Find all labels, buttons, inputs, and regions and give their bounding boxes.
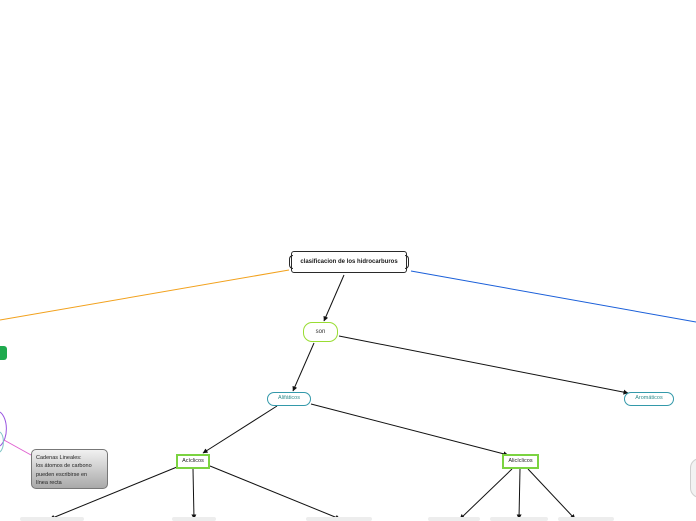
child-node-stub[interactable] [306,517,372,521]
arrow-alifaticos-aliciclicos [310,403,509,457]
root-topic[interactable]: clasificacion de los hidrocarburos [289,251,409,273]
topic-alifaticos[interactable]: Alifáticos [267,392,311,406]
child-node-stub[interactable] [172,517,216,521]
arrow-aciclicos-child-2 [191,468,197,520]
note-cadenas-lineales[interactable]: Cadenas Lineales: los átomos de carbono … [31,449,108,489]
pink-link [3,439,32,456]
child-node-stub[interactable] [490,517,548,521]
note-line: línea recta [36,480,62,487]
child-node-stub[interactable] [558,517,614,521]
topic-aliciclicos-label: Alicíclicos [508,457,533,464]
root-topic-label: clasificacion de los hidrocarburos [300,259,398,265]
arrow-aliciclicos-child-1 [459,468,513,520]
note-line: los átomos de carbono [36,463,92,470]
arrow-son-alifaticos [292,342,315,392]
topic-aromaticos-label: Aromáticos [635,395,663,402]
child-node-stub[interactable] [20,517,84,521]
topic-alifaticos-label: Alifáticos [277,395,300,402]
connector-node-son[interactable]: son [303,322,338,342]
child-node-stub[interactable] [428,517,480,521]
note-line: pueden escribirse en [36,471,88,478]
topic-aciclicos[interactable]: Acíclicos [176,454,210,469]
arrow-root-son [323,274,345,322]
collapsed-node-tab[interactable] [0,346,7,360]
left-branch-line [0,269,290,321]
connector-label: son [315,329,326,335]
note-line: Cadenas Lineales: [36,455,82,461]
arrow-aliciclicos-child-3 [527,468,576,520]
right-branch-line [410,270,696,323]
topic-aciclicos-label: Acíclicos [182,457,204,464]
arrow-alifaticos-aciclicos [202,405,278,454]
topic-aromaticos[interactable]: Aromáticos [624,392,674,406]
topic-aliciclicos[interactable]: Alicíclicos [502,454,539,469]
arrow-aliciclicos-child-2 [516,468,522,520]
arrow-aciclicos-child-3 [209,465,341,520]
arrow-son-aromaticos [338,335,629,395]
offscreen-node-edge[interactable] [690,458,696,498]
